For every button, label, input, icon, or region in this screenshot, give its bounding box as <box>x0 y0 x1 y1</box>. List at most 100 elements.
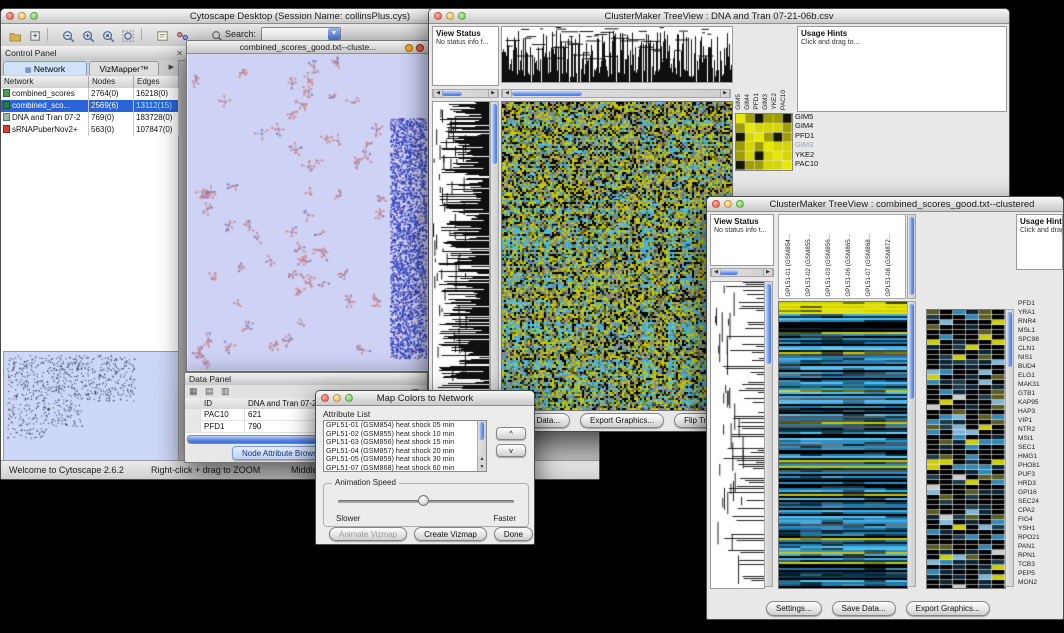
network-edges: 13112(15) <box>134 100 179 112</box>
network-canvas[interactable] <box>188 54 428 370</box>
network-nodes: 563(0) <box>89 124 134 136</box>
tab-network[interactable]: ▦ Network <box>3 61 87 75</box>
treeview1-titlebar[interactable]: ClusterMaker TreeView : DNA and Tran 07-… <box>429 9 1009 24</box>
network-icon <box>3 89 10 97</box>
close-button[interactable] <box>321 394 329 402</box>
gene-label: CPA2 <box>1018 506 1062 515</box>
zoom-button[interactable] <box>458 12 466 20</box>
minimize-button[interactable] <box>333 394 341 402</box>
zoom-button[interactable] <box>345 394 353 402</box>
tv2-selection-scrollbar[interactable] <box>1005 309 1014 587</box>
zoom-button[interactable] <box>736 200 744 208</box>
network-row[interactable]: combined_sco... 2569(6) 13112(15) <box>1 100 179 112</box>
dialog-action-button[interactable]: Create Vizmap <box>414 527 487 541</box>
animation-speed-legend: Animation Speed <box>332 478 399 487</box>
tv2-mini-hscrollbar[interactable]: ◀ ▶ <box>710 268 774 277</box>
rotated-gene-label: PFD1 <box>753 93 760 110</box>
network-row[interactable]: combined_scores 2764(0) 16218(0) <box>1 88 179 100</box>
zoom-selected-icon[interactable] <box>99 27 118 45</box>
search-dropdown-icon[interactable]: ▼ <box>328 28 340 40</box>
attribute-item[interactable]: GPL51-05 (GSM859) heat shock 30 min <box>324 455 477 464</box>
network-view-titlebar[interactable]: combined_scores_good.txt--cluste... <box>187 41 429 54</box>
dialog-titlebar[interactable]: Map Colors to Network <box>316 391 534 406</box>
scroll-down-icon[interactable]: ▼ <box>478 463 486 471</box>
row-dendrogram[interactable] <box>710 281 765 589</box>
column-dendrogram[interactable] <box>501 26 733 83</box>
scroll-right-icon[interactable]: ▶ <box>720 90 730 97</box>
network-row[interactable]: sRNAPuberNov2+ 563(0) 107847(0) <box>1 124 179 136</box>
heatmap-selection[interactable] <box>926 309 1006 589</box>
close-button[interactable] <box>434 12 442 20</box>
dialog-action-button[interactable]: Done <box>494 527 533 541</box>
scroll-up-icon[interactable]: ▲ <box>478 455 486 463</box>
dialog-action-button[interactable]: Animate Vizmap <box>329 527 407 541</box>
frame-close-icon[interactable] <box>416 44 424 52</box>
attribute-item[interactable]: GPL51-01 (GSM854) heat shock 05 min <box>324 421 477 430</box>
attribute-item[interactable]: GPL51-02 (GSM855) heat shock 10 min <box>324 430 477 439</box>
slower-label: Slower <box>336 514 360 523</box>
treeview-action-button[interactable]: Export Graphics... <box>906 601 990 616</box>
network-view-window: combined_scores_good.txt--cluste... <box>186 40 430 372</box>
zoom-in-icon[interactable] <box>79 27 98 45</box>
zoom-button[interactable] <box>30 12 38 20</box>
network-row[interactable]: DNA and Tran 07-2 769(0) 183728(0) <box>1 112 179 124</box>
treeview1-title: ClusterMaker TreeView : DNA and Tran 07-… <box>429 11 1009 22</box>
tv1-row-scrollbar[interactable] <box>490 101 499 409</box>
zoom-fit-icon[interactable] <box>119 27 138 45</box>
col-nodes[interactable]: Nodes <box>89 76 134 88</box>
search-input[interactable]: ▼ <box>261 27 341 41</box>
table-remove-icon[interactable]: ▥ <box>221 386 230 397</box>
treeview-action-button[interactable]: Settings... <box>766 601 822 616</box>
rotated-experiment-label: GPL51-06 (GSM865... <box>845 234 852 297</box>
rotated-gene-label: PAC10 <box>780 90 787 110</box>
open-folder-icon[interactable] <box>6 27 25 45</box>
tv2-row-scrollbar[interactable] <box>764 281 773 587</box>
experiment-column-labels: GPL51-01 (GSM854...GPL51-02 (GSM855...GP… <box>785 217 905 297</box>
gene-label: CLN1 <box>1018 344 1062 353</box>
view-status-panel: View Status No status info t... <box>710 214 774 266</box>
import-icon[interactable] <box>26 27 45 45</box>
row-dendrogram[interactable] <box>432 101 490 411</box>
treeview-action-button[interactable]: Save Data... <box>832 601 896 616</box>
scroll-right-icon[interactable]: ▶ <box>763 269 773 276</box>
tv1-mini-hscrollbar[interactable]: ◀ ▶ <box>432 89 499 98</box>
move-down-button[interactable]: v <box>496 444 526 457</box>
move-up-button[interactable]: ^ <box>496 427 526 440</box>
correlation-matrix[interactable] <box>735 113 793 171</box>
heatmap-main[interactable] <box>501 101 733 411</box>
heatmap-main[interactable] <box>778 301 908 589</box>
tv1-col-scrollbar[interactable]: ◀ ▶ <box>501 89 731 98</box>
annotation-icon[interactable] <box>153 27 172 45</box>
col-id[interactable]: ID <box>201 398 245 409</box>
tv2-collabel-scrollbar[interactable] <box>907 214 916 299</box>
minimize-button[interactable] <box>446 12 454 20</box>
table-add-icon[interactable]: ▤ <box>205 386 214 397</box>
col-edges[interactable]: Edges <box>134 76 179 88</box>
treeview2-titlebar[interactable]: ClusterMaker TreeView : combined_scores_… <box>707 197 1063 212</box>
zoom-out-icon[interactable] <box>59 27 78 45</box>
listbox-scrollbar[interactable]: ▲ ▼ <box>477 421 486 471</box>
attribute-item[interactable]: GPL51-07 (GSM868) heat shock 60 min <box>324 464 477 472</box>
attribute-items: GPL51-01 (GSM854) heat shock 05 minGPL51… <box>324 421 477 472</box>
tab-overflow-icon[interactable]: ▶ <box>169 63 174 71</box>
treeview-action-button[interactable]: Export Graphics... <box>580 413 664 428</box>
attribute-listbox[interactable]: GPL51-01 (GSM854) heat shock 05 minGPL51… <box>323 420 487 472</box>
col-network[interactable]: Network <box>1 76 89 88</box>
minimize-button[interactable] <box>724 200 732 208</box>
close-button[interactable] <box>712 200 720 208</box>
attribute-item[interactable]: GPL51-04 (GSM857) heat shock 20 min <box>324 447 477 456</box>
speed-slider-thumb[interactable] <box>418 495 429 506</box>
control-panel-close-icon[interactable]: ✕ <box>176 49 183 58</box>
frame-minimize-icon[interactable] <box>405 44 413 52</box>
scroll-right-icon[interactable]: ▶ <box>488 90 498 97</box>
gene-label: PEP5 <box>1018 569 1062 578</box>
table-icon[interactable]: ▦ <box>189 386 198 397</box>
column-label-area: GPL51-01 (GSM854...GPL51-02 (GSM855...GP… <box>778 214 906 299</box>
tab-vizmapper[interactable]: VizMapper™ <box>89 61 159 75</box>
attribute-item[interactable]: GPL51-03 (GSM856) heat shock 15 min <box>324 438 477 447</box>
close-button[interactable] <box>6 12 14 20</box>
minimize-button[interactable] <box>18 12 26 20</box>
tv2-heatmap-scrollbar[interactable] <box>907 301 916 587</box>
scroll-left-icon[interactable]: ◀ <box>502 90 512 97</box>
network-overview-thumbnail[interactable] <box>3 351 179 463</box>
